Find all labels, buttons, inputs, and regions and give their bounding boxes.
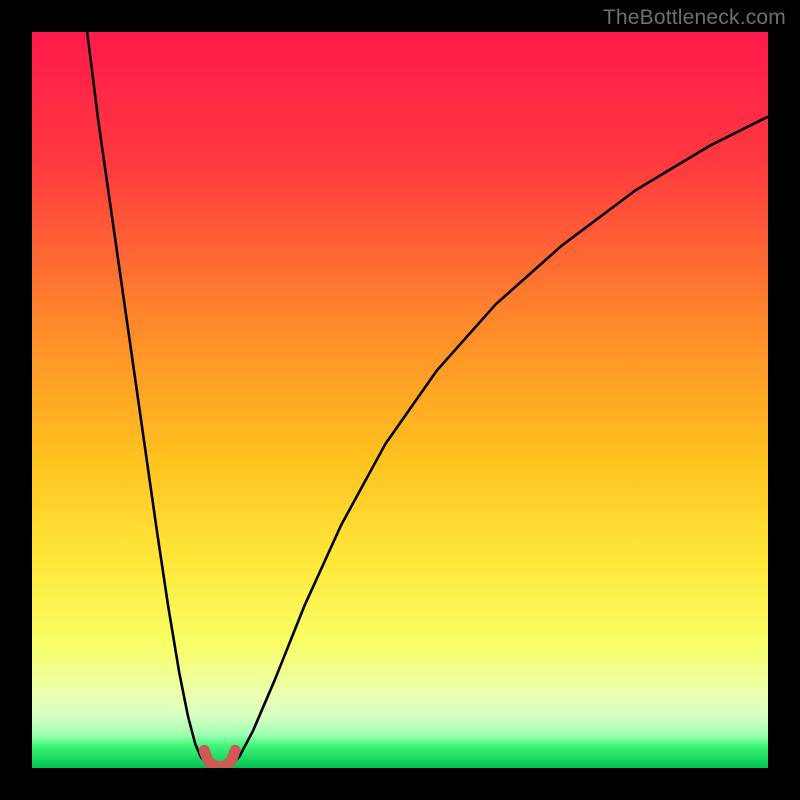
outer-black-frame: TheBottleneck.com <box>0 0 800 800</box>
chart-svg <box>32 32 768 768</box>
plot-area <box>32 32 768 768</box>
watermark-text: TheBottleneck.com <box>603 6 786 30</box>
gradient-background <box>32 32 768 768</box>
